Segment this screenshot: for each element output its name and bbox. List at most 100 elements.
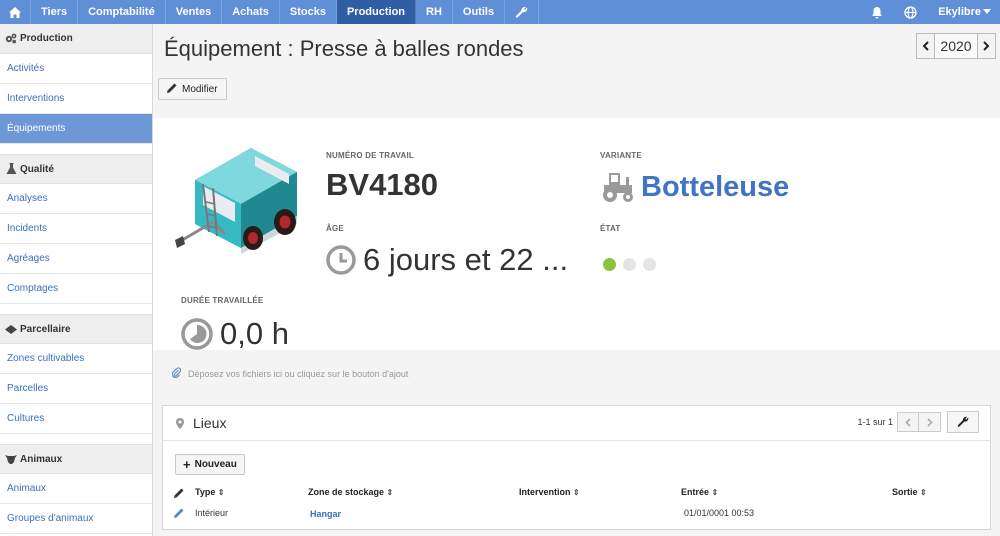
column-entry[interactable]: Entrée ⇕	[681, 487, 718, 497]
nav-production[interactable]: Production	[336, 0, 417, 24]
modify-label: Modifier	[182, 83, 218, 95]
nav-outils[interactable]: Outils	[453, 0, 506, 24]
sidebar-item-agreages[interactable]: Agréages	[0, 244, 152, 274]
sidebar-section-title: Qualité	[20, 163, 54, 175]
sidebar-item-zones-cultivables[interactable]: Zones cultivables	[0, 344, 152, 374]
chevron-left-icon	[922, 41, 929, 51]
previous-year-button[interactable]	[916, 33, 935, 59]
variant-label: VARIANTE	[600, 151, 642, 160]
nav-tiers[interactable]: Tiers	[31, 0, 79, 24]
column-type[interactable]: Type ⇕	[195, 487, 225, 497]
pagination: 1-1 sur 1	[857, 412, 941, 432]
duration: 0,0 h	[181, 316, 289, 352]
places-title: Lieux	[193, 415, 227, 431]
plus-icon: +	[183, 457, 191, 472]
next-year-button[interactable]	[977, 33, 996, 59]
sidebar-item-equipements[interactable]: Équipements	[0, 114, 152, 144]
column-exit[interactable]: Sortie ⇕	[892, 487, 927, 497]
work-number-label: NUMÉRO DE TRAVAIL	[326, 151, 414, 160]
places-panel: Lieux 1-1 sur 1 + Nouveau Type ⇕ Zone de…	[162, 405, 991, 530]
round-baler-illustration	[175, 148, 297, 254]
user-name: Ekylibre	[938, 6, 981, 18]
caret-down-icon	[983, 9, 991, 14]
language-button[interactable]	[893, 0, 927, 24]
nav-settings[interactable]	[505, 0, 540, 24]
pagination-text: 1-1 sur 1	[857, 417, 893, 427]
file-drop-zone[interactable]: Déposez vos fichiers ici ou cliquez sur …	[171, 367, 409, 380]
sidebar-section-animaux: Animaux	[0, 444, 152, 474]
state-indicator	[603, 258, 663, 271]
current-year[interactable]: 2020	[935, 33, 977, 59]
nav-ventes[interactable]: Ventes	[166, 0, 223, 24]
variant: Botteleuse	[600, 171, 789, 204]
pie-clock-icon	[181, 318, 213, 350]
sidebar-item-groupes-animaux[interactable]: Groupes d'animaux	[0, 504, 152, 534]
equipment-summary: NUMÉRO DE TRAVAIL BV4180 VARIANTE Bottel…	[153, 118, 1000, 352]
sidebar-item-activites[interactable]: Activités	[0, 54, 152, 84]
duration-label: DURÉE TRAVAILLÉE	[181, 296, 264, 305]
sidebar-item-analyses[interactable]: Analyses	[0, 184, 152, 214]
sidebar-item-incidents[interactable]: Incidents	[0, 214, 152, 244]
work-number-value: BV4180	[326, 167, 439, 202]
column-zone[interactable]: Zone de stockage ⇕	[308, 487, 393, 497]
next-page-button[interactable]	[919, 412, 941, 432]
sidebar-item-parcelles[interactable]: Parcelles	[0, 374, 152, 404]
bell-icon	[872, 6, 883, 18]
table-settings-button[interactable]	[947, 411, 979, 433]
cow-icon	[5, 453, 17, 465]
home-button[interactable]	[0, 0, 31, 24]
age-label: ÂGE	[326, 224, 344, 233]
age-value: 6 jours et 22 ...	[363, 242, 569, 277]
pencil-icon	[174, 488, 184, 498]
sidebar-item-cultures[interactable]: Cultures	[0, 404, 152, 434]
user-menu[interactable]: Ekylibre	[927, 0, 1000, 24]
sidebar-item-comptages[interactable]: Comptages	[0, 274, 152, 304]
row-zone-link[interactable]: Hangar	[310, 509, 341, 519]
gears-icon	[5, 33, 17, 45]
sidebar-section-title: Production	[20, 33, 73, 44]
age: 6 jours et 22 ...	[326, 242, 568, 278]
pencil-icon	[167, 83, 177, 96]
state-dot-active	[603, 258, 616, 271]
previous-page-button[interactable]	[897, 412, 919, 432]
chevron-right-icon	[983, 41, 990, 51]
clock-icon	[326, 245, 356, 275]
flask-icon	[5, 163, 17, 175]
notifications-button[interactable]	[860, 0, 893, 24]
state-dot	[643, 258, 656, 271]
globe-icon	[904, 5, 917, 19]
sidebar-item-interventions[interactable]: Interventions	[0, 84, 152, 114]
sidebar-section-qualite: Qualité	[0, 154, 152, 184]
page-title: Équipement : Presse à balles rondes	[164, 36, 524, 61]
sidebar-section-parcellaire: Parcellaire	[0, 314, 152, 344]
sidebar-item-animaux[interactable]: Animaux	[0, 474, 152, 504]
modify-button[interactable]: Modifier	[158, 78, 227, 100]
variant-link[interactable]: Botteleuse	[641, 171, 789, 204]
edit-row-icon[interactable]	[174, 508, 184, 518]
nav-achats[interactable]: Achats	[222, 0, 280, 24]
chevron-left-icon	[905, 417, 911, 427]
sidebar-section-title: Animaux	[20, 453, 63, 465]
sidebar-section-production: Production	[0, 24, 152, 54]
nav-stocks[interactable]: Stocks	[280, 0, 337, 24]
state-label: ÉTAT	[600, 224, 621, 233]
row-type: Intérieur	[195, 508, 229, 518]
sidebar-section-title: Parcellaire	[20, 323, 71, 335]
new-place-button[interactable]: + Nouveau	[175, 454, 245, 475]
tractor-icon	[603, 172, 633, 202]
paperclip-icon	[171, 367, 182, 380]
chevron-right-icon	[926, 417, 933, 427]
home-icon	[9, 6, 21, 18]
duration-value: 0,0 h	[220, 316, 289, 351]
wrench-icon	[957, 416, 969, 427]
map-icon	[5, 323, 17, 335]
year-navigator: 2020	[916, 33, 996, 59]
sidebar: Production Activités Interventions Équip…	[0, 24, 153, 536]
drop-zone-text: Déposez vos fichiers ici ou cliquez sur …	[188, 368, 409, 379]
nav-rh[interactable]: RH	[416, 0, 453, 24]
wrench-icon	[515, 6, 528, 18]
column-intervention[interactable]: Intervention ⇕	[519, 487, 580, 497]
new-label: Nouveau	[194, 459, 237, 470]
nav-comptabilite[interactable]: Comptabilité	[78, 0, 166, 24]
main-content: Équipement : Presse à balles rondes 2020…	[153, 24, 1000, 536]
